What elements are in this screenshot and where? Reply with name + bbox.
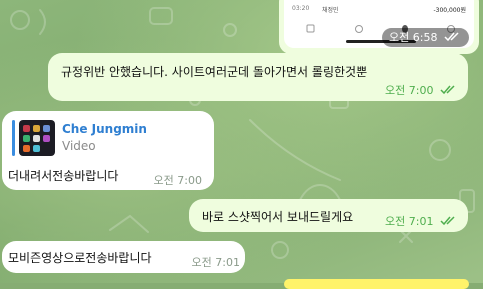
message-text: 더내려서전송바랍니다 (8, 169, 119, 183)
message-bubble-incoming[interactable]: Che Jungmin Video 더내려서전송바랍니다 오전 7:00 (2, 111, 214, 190)
partial-message-bubble[interactable] (284, 279, 469, 289)
screenshot-row-name: 채정민 (322, 7, 339, 14)
message-time: 오전 7:01 (385, 215, 434, 228)
message-time: 오전 7:01 (191, 256, 240, 269)
message-bubble-outgoing[interactable]: 규정위반 안했습니다. 사이트여러군데 돌아가면서 롤링한것뿐 오전 7:00 (48, 53, 468, 101)
message-time: 오전 7:00 (153, 174, 202, 187)
message-bubble-outgoing[interactable]: 바로 스샷찍어서 보내드릴게요 오전 7:01 (189, 199, 468, 232)
message-text: 규정위반 안했습니다. 사이트여러군데 돌아가면서 롤링한것뿐 (61, 65, 368, 79)
screenshot-row-amount: -300,000원 (433, 7, 467, 14)
double-check-icon (440, 216, 455, 226)
message-text: 모비즌영상으로전송바랍니다 (8, 251, 152, 265)
message-text: 바로 스샷찍어서 보내드릴게요 (202, 210, 354, 224)
screenshot-transaction-row: 03:20 채정민 -300,000원 (284, 2, 474, 16)
screenshot-message-bubble[interactable]: 03:20 채정민 -300,000원 오전 6:58 (279, 0, 479, 54)
video-thumbnail-image (23, 125, 50, 152)
screenshot-row-time: 03:20 (292, 5, 310, 12)
double-check-icon (440, 85, 455, 95)
message-bubble-incoming[interactable]: 모비즌영상으로전송바랍니다 오전 7:01 (2, 241, 245, 273)
message-time: 오전 7:00 (385, 84, 434, 97)
reply-accent-bar (12, 120, 15, 156)
message-meta: 오전 7:00 (385, 82, 458, 98)
screenshot-time: 오전 6:58 (389, 31, 438, 44)
screenshot-time-pill: 오전 6:58 (382, 28, 469, 47)
reply-video-thumbnail[interactable] (19, 120, 55, 156)
reply-sender-name: Che Jungmin (62, 122, 147, 136)
reply-media-type: Video (62, 139, 96, 153)
message-meta: 오전 7:01 (385, 213, 458, 229)
double-check-icon (444, 32, 459, 42)
